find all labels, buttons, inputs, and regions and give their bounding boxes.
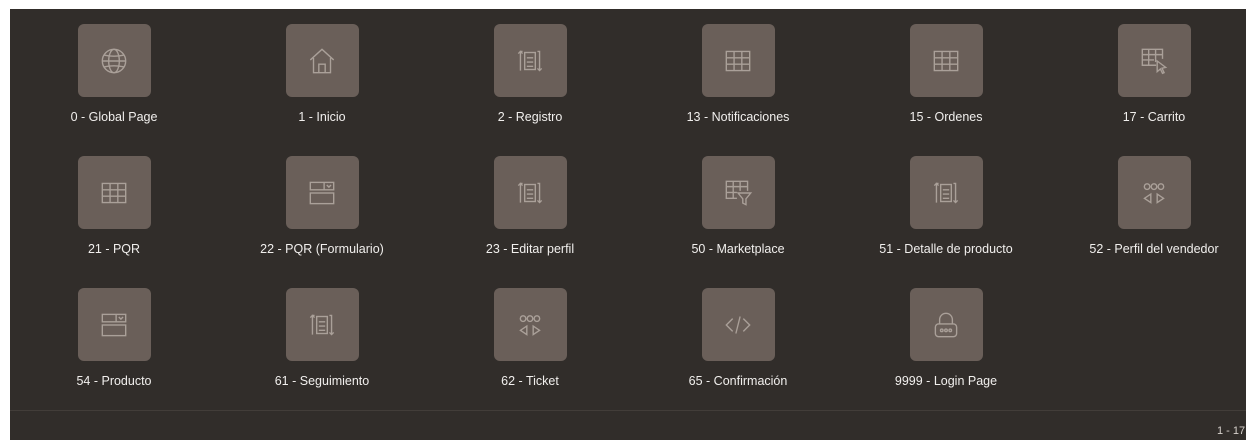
page-tile-label: 52 - Perfil del vendedor bbox=[1089, 242, 1219, 256]
page-tile[interactable]: 22 - PQR (Formulario) bbox=[218, 156, 426, 288]
table-icon bbox=[77, 156, 151, 229]
page-tile[interactable]: 21 - PQR bbox=[10, 156, 218, 288]
lock-icon bbox=[909, 288, 983, 361]
page-grid: 0 - Global Page 1 - Inicio 2 - Registro … bbox=[10, 24, 1246, 420]
page-tile-label: 54 - Producto bbox=[76, 374, 152, 388]
page-tile-label: 17 - Carrito bbox=[1122, 110, 1186, 124]
page-tile-label: 15 - Ordenes bbox=[909, 110, 983, 124]
table-icon bbox=[701, 24, 775, 97]
page-tile[interactable]: 9999 - Login Page bbox=[842, 288, 1050, 420]
carousel-icon bbox=[1117, 156, 1191, 229]
page-tile[interactable]: 17 - Carrito bbox=[1050, 24, 1246, 156]
page-tile-label: 22 - PQR (Formulario) bbox=[260, 242, 384, 256]
page-tile[interactable]: 0 - Global Page bbox=[10, 24, 218, 156]
page-tile-label: 0 - Global Page bbox=[70, 110, 158, 124]
carousel-icon bbox=[493, 288, 567, 361]
form-reorder-icon bbox=[909, 156, 983, 229]
page-tile-label: 9999 - Login Page bbox=[894, 374, 998, 388]
page-tile[interactable]: 62 - Ticket bbox=[426, 288, 634, 420]
page-tile-label: 50 - Marketplace bbox=[691, 242, 785, 256]
page-tile-label: 61 - Seguimiento bbox=[274, 374, 370, 388]
page-tile-label: 23 - Editar perfil bbox=[485, 242, 575, 256]
page-tile[interactable]: 2 - Registro bbox=[426, 24, 634, 156]
page-tile-label: 62 - Ticket bbox=[501, 374, 559, 388]
page-tile[interactable]: 23 - Editar perfil bbox=[426, 156, 634, 288]
table-filter-icon bbox=[701, 156, 775, 229]
code-icon bbox=[701, 288, 775, 361]
page-tile[interactable]: 52 - Perfil del vendedor bbox=[1050, 156, 1246, 288]
page-tile[interactable]: 54 - Producto bbox=[10, 288, 218, 420]
page-tile-label: 65 - Confirmación bbox=[688, 374, 788, 388]
page-tile[interactable]: 1 - Inicio bbox=[218, 24, 426, 156]
page-tile-label: 21 - PQR bbox=[87, 242, 141, 256]
table-icon bbox=[909, 24, 983, 97]
page-tile[interactable]: 51 - Detalle de producto bbox=[842, 156, 1050, 288]
form-reorder-icon bbox=[285, 288, 359, 361]
page-tile[interactable]: 50 - Marketplace bbox=[634, 156, 842, 288]
table-cursor-icon bbox=[1117, 24, 1191, 97]
form-reorder-icon bbox=[493, 24, 567, 97]
page-tile[interactable]: 61 - Seguimiento bbox=[218, 288, 426, 420]
page-tile[interactable]: 15 - Ordenes bbox=[842, 24, 1050, 156]
page-tile-label: 1 - Inicio bbox=[298, 110, 346, 124]
form-reorder-icon bbox=[493, 156, 567, 229]
page-tile-label: 51 - Detalle de producto bbox=[879, 242, 1013, 256]
pages-panel: 0 - Global Page 1 - Inicio 2 - Registro … bbox=[10, 9, 1246, 440]
page-tile-label: 13 - Notificaciones bbox=[686, 110, 790, 124]
globe-icon bbox=[77, 24, 151, 97]
form-select-icon bbox=[77, 288, 151, 361]
home-icon bbox=[285, 24, 359, 97]
footer-divider bbox=[10, 410, 1246, 411]
form-select-icon bbox=[285, 156, 359, 229]
page-tile-label: 2 - Registro bbox=[497, 110, 563, 124]
page-tile[interactable]: 13 - Notificaciones bbox=[634, 24, 842, 156]
pagination-range: 1 - 17 bbox=[1217, 425, 1246, 437]
page-tile[interactable]: 65 - Confirmación bbox=[634, 288, 842, 420]
